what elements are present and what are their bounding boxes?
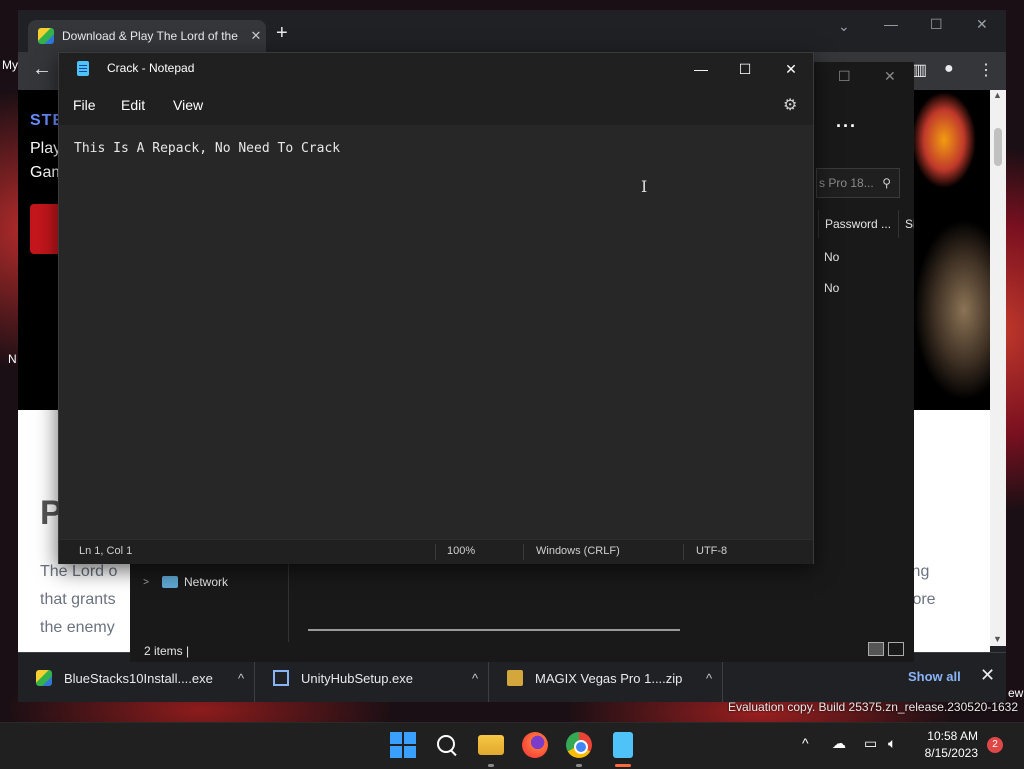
line-ending: Windows (CRLF): [536, 545, 620, 557]
editor-content[interactable]: This Is A Repack, No Need To Crack: [74, 141, 340, 156]
close-icon[interactable]: ✕: [884, 68, 896, 85]
new-tab-button[interactable]: +: [276, 22, 288, 45]
column-header-password[interactable]: Password ...: [818, 210, 898, 238]
hero-artwork: [914, 90, 990, 410]
notepad-icon[interactable]: [613, 732, 633, 758]
scroll-down-icon[interactable]: ▼: [993, 634, 1002, 644]
password-cell: No: [824, 250, 840, 264]
evaluation-watermark: Evaluation copy. Build 25375.zn_release.…: [728, 700, 1018, 714]
scroll-up-icon[interactable]: ▲: [993, 90, 1002, 100]
search-icon: ⚲: [882, 176, 891, 190]
onedrive-icon[interactable]: ☁: [832, 735, 846, 752]
close-downloads-icon[interactable]: ✕: [980, 665, 995, 686]
settings-gear-icon[interactable]: ⚙: [783, 95, 797, 115]
encoding: UTF-8: [696, 545, 728, 557]
body-right-column: ing fore: [908, 558, 988, 614]
details-view-icon[interactable]: [868, 642, 884, 656]
search-placeholder: s Pro 18...: [819, 176, 874, 190]
pane-divider[interactable]: [288, 562, 289, 642]
active-indicator: [615, 764, 631, 767]
chevron-right-icon[interactable]: >: [130, 577, 162, 588]
menu-edit[interactable]: Edit: [121, 97, 145, 113]
chrome-icon[interactable]: [566, 732, 592, 758]
close-tab-icon[interactable]: ✕: [246, 28, 266, 44]
body-line: fore: [908, 591, 936, 608]
volume-icon[interactable]: 🔈︎: [888, 735, 896, 752]
minimize-icon[interactable]: —: [884, 16, 898, 32]
status-bar: Ln 1, Col 1 100% Windows (CRLF) UTF-8: [59, 539, 813, 564]
page-scrollbar[interactable]: ▲ ▼: [990, 90, 1006, 646]
nav-item-label: Network: [184, 575, 229, 589]
search-input[interactable]: s Pro 18... ⚲: [816, 168, 900, 198]
chevron-up-icon[interactable]: ^: [462, 671, 488, 686]
notification-badge[interactable]: 2: [987, 737, 1003, 753]
clock-date[interactable]: 8/15/2023: [914, 746, 978, 760]
password-cell: No: [824, 281, 840, 295]
profile-icon[interactable]: ●: [944, 60, 954, 78]
notepad-icon: [77, 61, 89, 76]
network-icon: [162, 576, 178, 588]
browser-tab[interactable]: Download & Play The Lord of the ✕: [28, 20, 266, 52]
browser-tab-title: Download & Play The Lord of the: [62, 29, 238, 43]
download-button[interactable]: [30, 204, 60, 254]
bluestacks-icon: [38, 28, 54, 44]
divider: [435, 544, 436, 560]
column-header-size[interactable]: Si: [898, 210, 914, 238]
chevron-up-icon[interactable]: ^: [802, 735, 809, 751]
search-icon[interactable]: [434, 732, 460, 758]
network-icon[interactable]: ▭: [864, 735, 877, 752]
minimize-button[interactable]: —: [679, 57, 723, 81]
window-title: Crack - Notepad: [107, 61, 195, 75]
bluestacks-icon: [36, 670, 52, 686]
more-options-icon[interactable]: ···: [836, 116, 857, 137]
menu-file[interactable]: File: [73, 97, 96, 113]
close-icon[interactable]: ✕: [976, 16, 988, 33]
maximize-icon[interactable]: ☐: [930, 16, 943, 33]
menu-bar: File Edit View ⚙: [59, 89, 815, 123]
download-filename: UnityHubSetup.exe: [301, 670, 414, 686]
text-editor[interactable]: This Is A Repack, No Need To Crack I: [59, 125, 813, 539]
chevron-up-icon[interactable]: ^: [228, 671, 254, 686]
download-filename: MAGIX Vegas Pro 1....zip: [535, 670, 683, 686]
scrollbar-thumb[interactable]: [994, 128, 1002, 166]
maximize-button[interactable]: ☐: [723, 57, 767, 81]
show-all-button[interactable]: Show all: [908, 669, 961, 684]
close-button[interactable]: ✕: [769, 57, 813, 81]
body-line: ing: [908, 563, 930, 580]
item-count: 2 items |: [144, 644, 190, 658]
hero-text: Play: [30, 140, 62, 157]
cursor-position: Ln 1, Col 1: [79, 545, 133, 557]
horizontal-scrollbar[interactable]: [308, 629, 680, 631]
desktop-icon-label[interactable]: N: [8, 352, 17, 366]
file-explorer-icon[interactable]: [478, 735, 504, 755]
menu-view[interactable]: View: [173, 97, 203, 113]
firefox-icon[interactable]: [522, 732, 548, 758]
zoom-level: 100%: [447, 545, 476, 557]
back-arrow-icon[interactable]: ←: [32, 58, 52, 81]
text-cursor-icon: I: [641, 177, 648, 196]
desktop-icon-label[interactable]: ew: [1008, 686, 1023, 700]
tiles-view-icon[interactable]: [888, 642, 904, 656]
divider: [683, 544, 684, 560]
download-filename: BlueStacks10Install....exe: [64, 670, 213, 686]
maximize-icon[interactable]: ☐: [838, 68, 851, 85]
clock-time[interactable]: 10:58 AM: [924, 729, 978, 743]
notepad-window: Crack - Notepad — ☐ ✕ File Edit View ⚙ T…: [58, 52, 814, 564]
desktop-icon-label[interactable]: My: [2, 58, 18, 72]
running-indicator: [488, 764, 494, 767]
title-bar[interactable]: Crack - Notepad — ☐ ✕: [59, 53, 815, 85]
running-indicator: [576, 764, 582, 767]
tab-search-icon[interactable]: ⌄: [838, 18, 850, 35]
menu-dots-icon[interactable]: ⋮: [978, 60, 994, 80]
divider: [523, 544, 524, 560]
zip-icon: [507, 670, 523, 686]
view-toggle: [868, 642, 904, 656]
nav-item-network[interactable]: > Network: [130, 570, 288, 594]
start-icon[interactable]: [390, 732, 416, 758]
installer-icon: [273, 670, 289, 686]
taskbar: ^ ☁ ▭ 🔈︎ 10:58 AM 8/15/2023 2: [0, 722, 1024, 769]
chevron-up-icon[interactable]: ^: [696, 671, 722, 686]
side-panel-icon[interactable]: ▥: [912, 60, 927, 80]
